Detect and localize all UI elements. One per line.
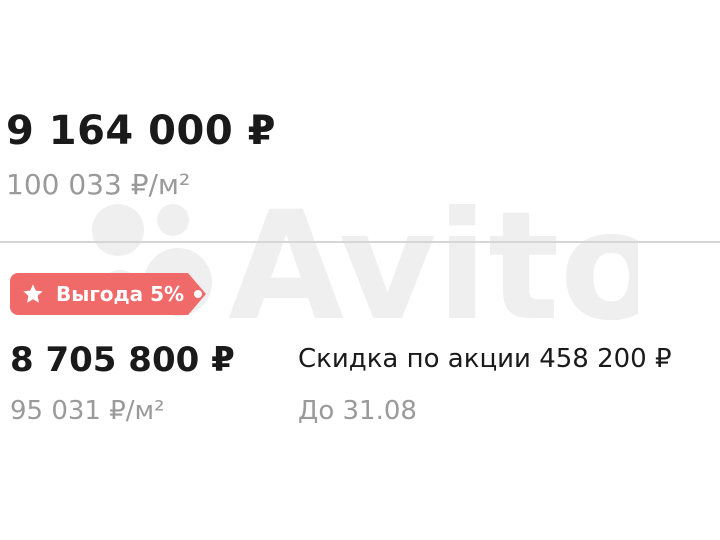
discount-valid-until: До 31.08 bbox=[298, 396, 417, 426]
price-card: Avito 9 164 000 ₽ 100 033 ₽/м² Выгода 5%… bbox=[0, 0, 720, 540]
star-icon bbox=[23, 284, 43, 303]
discounted-price-per-square-meter: 95 031 ₽/м² bbox=[10, 396, 165, 426]
badge-label: Выгода 5% bbox=[56, 282, 185, 306]
price-per-square-meter: 100 033 ₽/м² bbox=[6, 168, 191, 201]
discounted-price: 8 705 800 ₽ bbox=[10, 340, 235, 380]
discount-amount: Скидка по акции 458 200 ₽ bbox=[298, 344, 672, 374]
divider bbox=[0, 241, 720, 243]
svg-text:Avito: Avito bbox=[228, 190, 638, 330]
price: 9 164 000 ₽ bbox=[6, 108, 276, 154]
benefit-badge: Выгода 5% bbox=[10, 273, 207, 315]
